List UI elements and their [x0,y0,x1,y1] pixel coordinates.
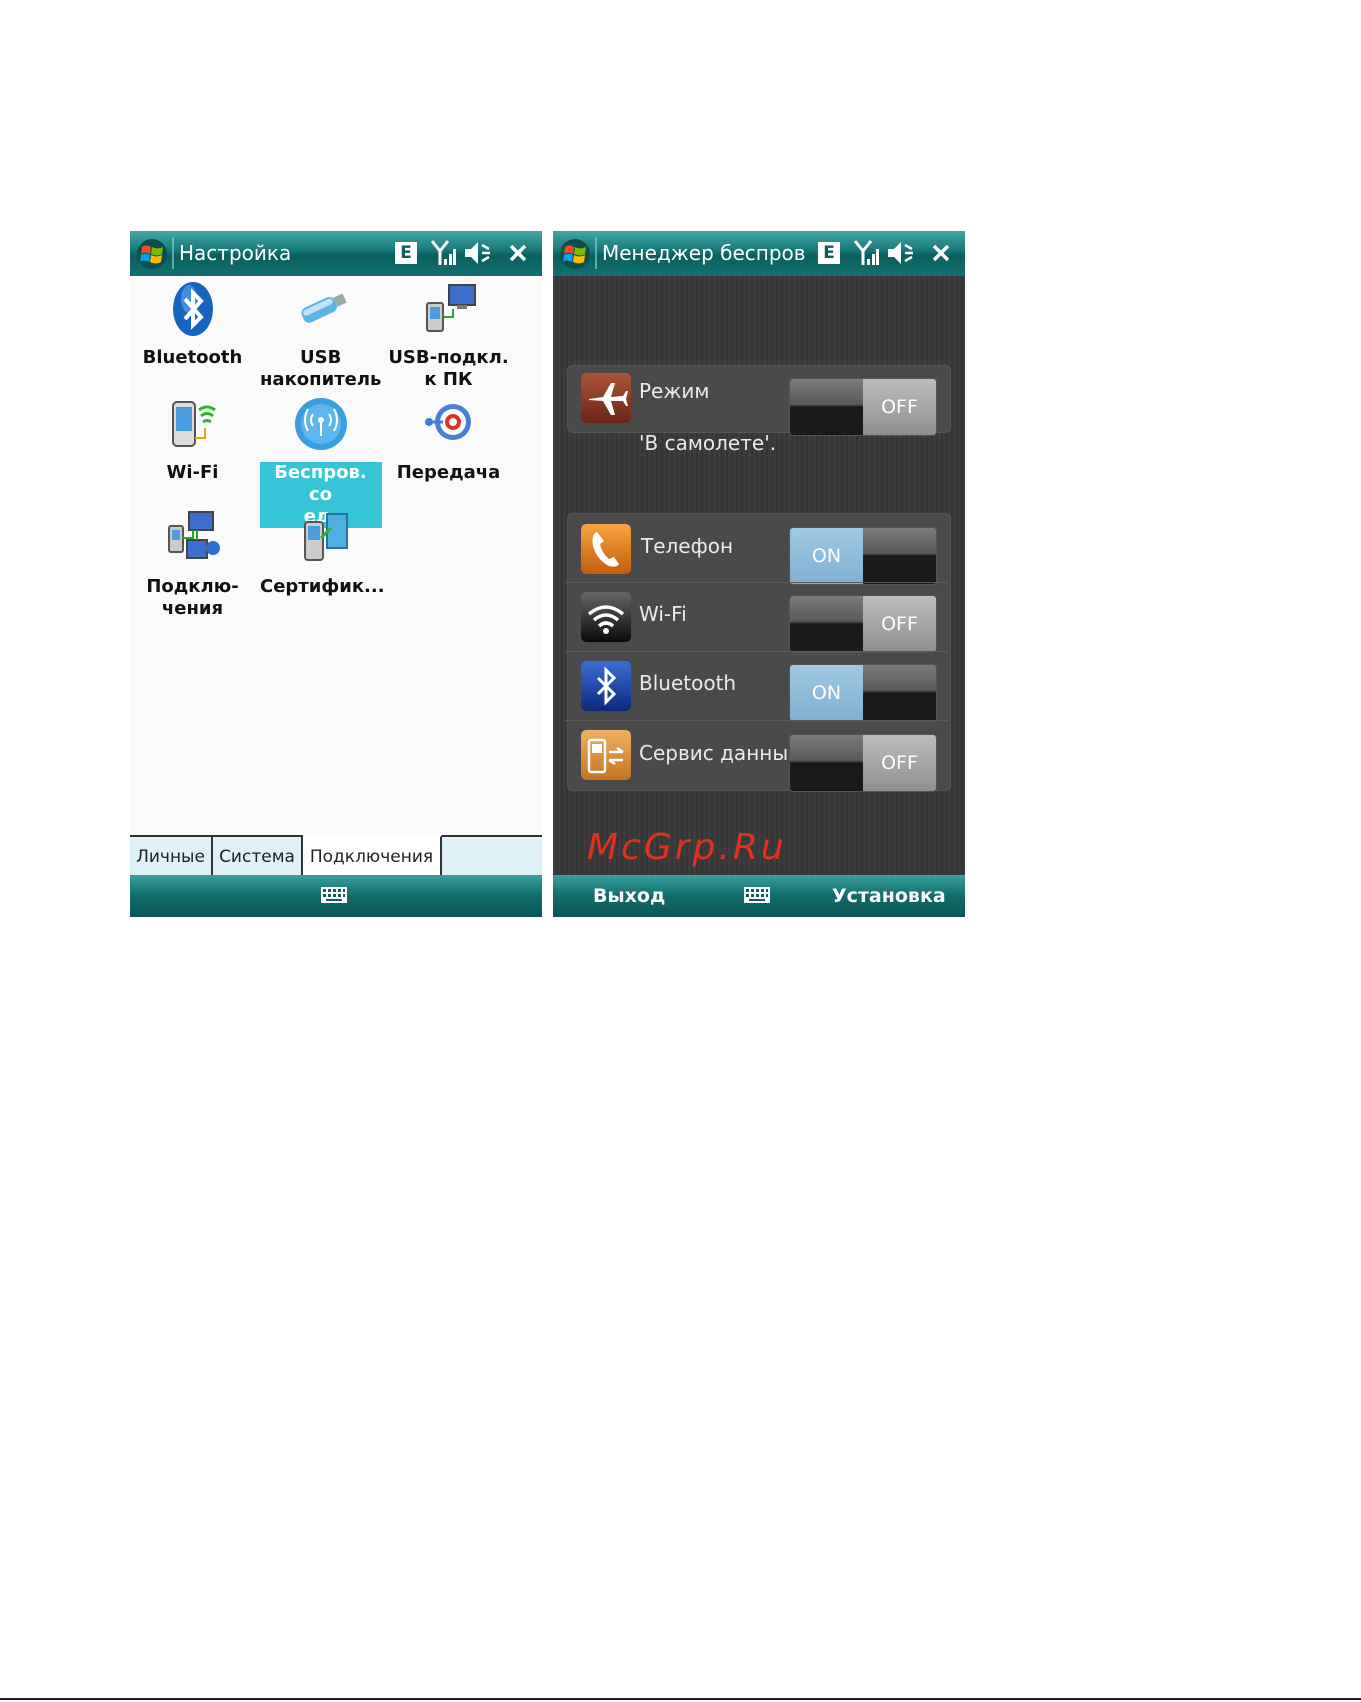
data-service-toggle[interactable]: OFF [789,734,937,792]
grid-label: Сертифик... [260,576,385,597]
exit-softkey[interactable]: Выход [593,885,665,907]
settings-screen: Настройка E Bluetooth USB накопитель USB… [130,231,542,917]
grid-label: Wi-Fi [166,462,219,483]
phone-toggle[interactable]: ON [789,527,937,585]
watermark: McGrp.Ru [587,827,787,868]
grid-label: USB накопитель [260,347,382,390]
grid-item-usb-pc[interactable]: USB-подкл. к ПК [386,279,511,391]
keyboard-icon[interactable] [743,885,771,905]
phone-label: Телефон [641,534,734,558]
tab-bar: Личные Система Подключения [130,835,542,877]
grid-item-beam[interactable]: Передача [386,394,511,484]
wifi-toggle[interactable]: OFF [789,595,937,653]
toggle-state: ON [790,665,863,721]
bluetooth-label: Bluetooth [639,671,737,695]
window-title: Настройка [179,241,292,265]
phone-icon [581,524,631,574]
grid-label: Передача [396,462,501,483]
wireless-connections-icon [294,398,347,450]
wifi-icon [581,592,631,642]
toggle-knob [790,735,863,791]
grid-item-bluetooth[interactable]: Bluetooth [130,279,255,369]
connections-icon [167,511,220,559]
airplane-toggle[interactable]: OFF [789,378,937,436]
toggle-state: OFF [863,596,936,652]
certificates-icon [303,513,348,561]
keyboard-icon[interactable] [320,885,348,905]
tab-connections[interactable]: Подключения [303,835,442,877]
start-menu-icon[interactable] [136,238,168,270]
toggle-state: OFF [863,379,936,435]
row-divider [565,720,949,721]
grid-item-connections[interactable]: Подклю- чения [130,508,255,620]
grid-item-certificates[interactable]: Сертифик... [258,508,385,598]
airplane-icon [581,373,631,423]
settings-softkey[interactable]: Установка [832,885,946,907]
close-icon[interactable] [508,243,528,263]
window-title: Менеджер беспров [602,241,805,265]
data-service-label: Сервис данных [639,741,800,765]
toggle-state: OFF [863,735,936,791]
bluetooth-icon [172,282,213,336]
bluetooth-icon [581,661,631,711]
page-bottom-rule [0,1698,1361,1700]
toggle-knob [863,665,936,721]
tab-system[interactable]: Система [213,837,303,875]
toggle-state: ON [790,528,863,584]
row-divider [565,651,949,652]
bluetooth-toggle[interactable]: ON [789,664,937,722]
title-bar: Менеджер беспров E [553,231,965,276]
wireless-manager-screen: Менеджер беспров E Режим 'В самолете'. O… [553,231,965,917]
grid-label: USB-подкл. к ПК [388,347,509,390]
usb-drive-icon [300,293,347,323]
toggle-knob [863,528,936,584]
signal-icon[interactable] [430,239,456,267]
grid-label: Bluetooth [142,347,243,368]
toggle-knob [790,596,863,652]
airplane-label-line2: 'В самолете'. [639,431,777,455]
wifi-label: Wi-Fi [639,602,687,626]
softkey-bar [130,875,542,917]
edge-status-icon[interactable]: E [395,242,417,264]
airplane-label: Режим [639,379,710,403]
title-bar: Настройка E [130,231,542,276]
row-divider [565,582,949,583]
title-separator [595,237,597,269]
grid-label: Подклю- чения [146,576,239,619]
close-icon[interactable] [931,243,951,263]
volume-icon[interactable] [463,239,493,267]
wifi-device-icon [171,401,216,447]
toggle-knob [790,379,863,435]
signal-icon[interactable] [853,239,879,267]
tab-personal[interactable]: Личные [130,837,213,875]
softkey-bar: Выход Установка [553,875,965,917]
start-menu-icon[interactable] [559,238,591,270]
edge-status-icon[interactable]: E [818,242,840,264]
title-separator [172,237,174,269]
grid-item-usb-storage[interactable]: USB накопитель [258,279,383,391]
beam-icon [424,404,471,440]
usb-pc-connection-icon [425,284,476,332]
data-service-icon [581,730,631,780]
grid-item-wifi[interactable]: Wi-Fi [130,394,255,484]
volume-icon[interactable] [886,239,916,267]
